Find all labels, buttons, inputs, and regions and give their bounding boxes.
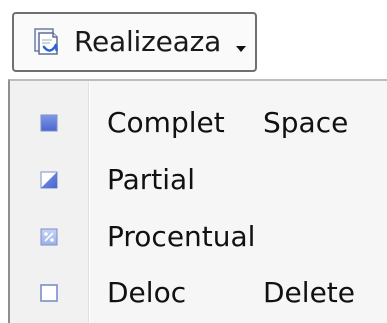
menu-item-icon-container — [10, 152, 88, 208]
dropdown-menu: Complet Space Partial Procentual Deloc D… — [8, 79, 387, 323]
caret-down-icon — [235, 38, 247, 52]
menu-item-shortcut: Space — [263, 106, 349, 139]
menu-item-deloc[interactable]: Deloc Delete — [10, 265, 387, 321]
status-empty-icon — [39, 283, 59, 303]
menu-item-complet[interactable]: Complet Space — [10, 95, 387, 151]
menu-item-label: Procentual — [107, 220, 256, 253]
menu-item-icon-container — [10, 209, 88, 265]
menu-item-procentual[interactable]: Procentual — [10, 209, 387, 265]
dropdown-label: Realizeaza — [74, 25, 222, 58]
menu-item-label: Deloc — [107, 276, 187, 309]
menu-item-label: Complet — [107, 106, 225, 139]
menu-item-shortcut: Delete — [263, 276, 355, 309]
status-percent-icon — [39, 227, 59, 247]
document-check-icon — [30, 25, 64, 59]
menu-item-label: Partial — [107, 163, 195, 196]
status-complete-icon — [39, 113, 59, 133]
realizeaza-dropdown-button[interactable]: Realizeaza — [12, 12, 257, 72]
menu-item-partial[interactable]: Partial — [10, 152, 387, 208]
dropdown-root: Realizeaza Complet Space Partial Procent… — [0, 0, 387, 323]
menu-item-icon-container — [10, 95, 88, 151]
menu-item-icon-container — [10, 265, 88, 321]
status-partial-icon — [39, 170, 59, 190]
